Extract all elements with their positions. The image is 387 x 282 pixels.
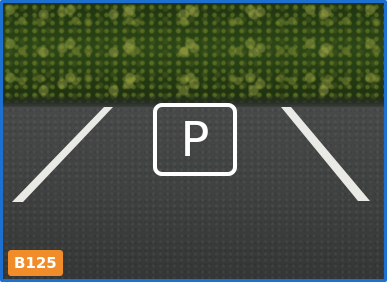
spot-label: B125 [14,253,57,272]
spot-label-badge: B125 [8,250,63,276]
right-parking-line [281,107,370,201]
parking-sign-icon: P [153,103,237,176]
parking-spot-card[interactable]: P B125 [0,0,387,282]
parking-sign-letter: P [180,111,210,168]
left-parking-line [12,107,113,202]
